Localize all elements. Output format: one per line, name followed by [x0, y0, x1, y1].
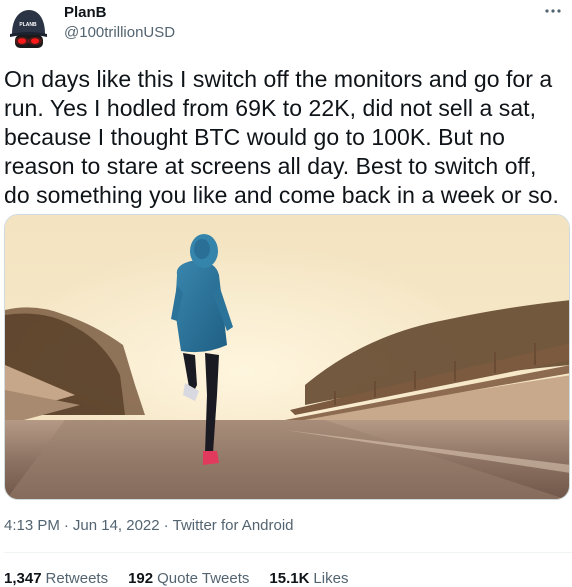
tweet-photo[interactable] — [4, 214, 570, 500]
avatar-image: PLANB — [10, 10, 47, 48]
likes-count: 15.1K — [269, 570, 310, 587]
meta-separator: · — [163, 517, 169, 534]
tweet: PLANB PlanB @100trillionUSD On days like… — [0, 0, 572, 587]
likes-stat[interactable]: 15.1K Likes — [269, 570, 348, 587]
quote-tweets-label: Quote Tweets — [157, 570, 250, 587]
more-horizontal-icon — [545, 9, 561, 13]
more-options-button[interactable] — [540, 0, 566, 22]
tweet-time[interactable]: 4:13 PM — [4, 517, 60, 535]
retweets-label: Retweets — [45, 570, 109, 587]
runner-photo — [5, 215, 569, 499]
avatar-logo-text: PLANB — [19, 22, 37, 28]
likes-label: Likes — [313, 570, 349, 587]
quote-tweets-count: 192 — [128, 570, 154, 587]
meta-separator: · — [63, 517, 69, 534]
quote-tweets-stat[interactable]: 192 Quote Tweets — [128, 570, 249, 587]
author-display-name[interactable]: PlanB — [64, 4, 107, 22]
tweet-source-link[interactable]: Twitter for Android — [173, 517, 294, 535]
divider — [4, 552, 572, 553]
tweet-date[interactable]: Jun 14, 2022 — [73, 517, 160, 535]
tweet-meta: 4:13 PM · Jun 14, 2022 · Twitter for And… — [4, 517, 294, 535]
tweet-stats: 1,347 Retweets 192 Quote Tweets 15.1K Likes — [4, 570, 348, 587]
tweet-text: On days like this I switch off the monit… — [4, 66, 559, 208]
author-handle[interactable]: @100trillionUSD — [64, 24, 175, 42]
retweets-stat[interactable]: 1,347 Retweets — [4, 570, 108, 587]
retweets-count: 1,347 — [4, 570, 42, 587]
avatar[interactable]: PLANB — [4, 4, 52, 52]
